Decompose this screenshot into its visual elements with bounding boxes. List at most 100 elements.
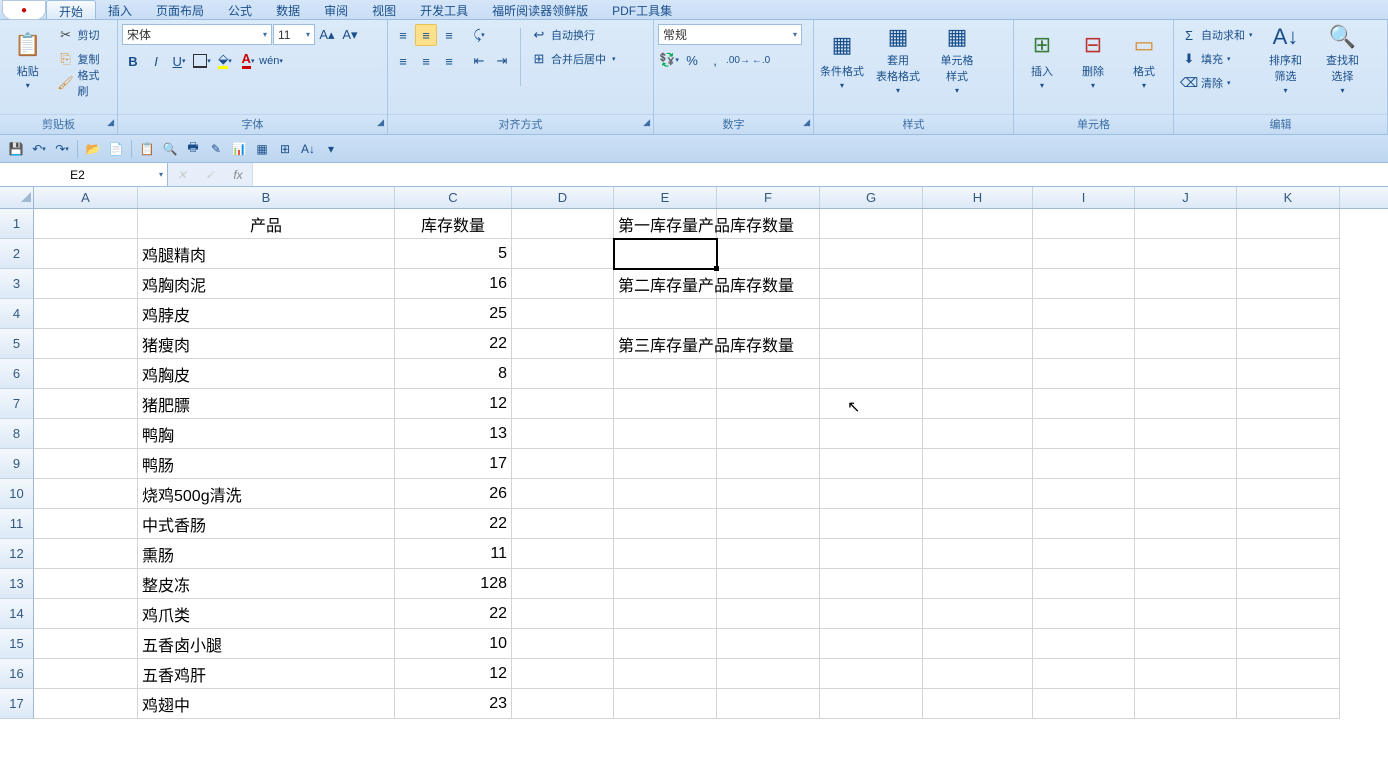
cell-D12[interactable] bbox=[512, 539, 614, 569]
cell-K1[interactable] bbox=[1237, 209, 1340, 239]
cell-J12[interactable] bbox=[1135, 539, 1237, 569]
cell-K16[interactable] bbox=[1237, 659, 1340, 689]
cell-J8[interactable] bbox=[1135, 419, 1237, 449]
cell-H12[interactable] bbox=[923, 539, 1033, 569]
cell-C12[interactable]: 11 bbox=[395, 539, 512, 569]
cell-A16[interactable] bbox=[34, 659, 138, 689]
cell-J5[interactable] bbox=[1135, 329, 1237, 359]
col-header-I[interactable]: I bbox=[1033, 187, 1135, 208]
chevron-down-icon[interactable]: ▾ bbox=[155, 170, 167, 179]
cell-B5[interactable]: 猪瘦肉 bbox=[138, 329, 395, 359]
cell-G6[interactable] bbox=[820, 359, 923, 389]
cell-F12[interactable] bbox=[717, 539, 820, 569]
launcher-icon[interactable]: ◢ bbox=[107, 117, 114, 128]
font-color-button[interactable]: A▾ bbox=[237, 50, 259, 72]
cell-C9[interactable]: 17 bbox=[395, 449, 512, 479]
cell-C6[interactable]: 8 bbox=[395, 359, 512, 389]
cell-G1[interactable] bbox=[820, 209, 923, 239]
cell-G4[interactable] bbox=[820, 299, 923, 329]
cell-C8[interactable]: 13 bbox=[395, 419, 512, 449]
qat-table-button[interactable]: ▦ bbox=[252, 139, 272, 159]
cell-D14[interactable] bbox=[512, 599, 614, 629]
cell-K2[interactable] bbox=[1237, 239, 1340, 269]
cell-H14[interactable] bbox=[923, 599, 1033, 629]
cell-C16[interactable]: 12 bbox=[395, 659, 512, 689]
cell-H10[interactable] bbox=[923, 479, 1033, 509]
cell-D6[interactable] bbox=[512, 359, 614, 389]
cell-I2[interactable] bbox=[1033, 239, 1135, 269]
percent-button[interactable]: % bbox=[681, 49, 703, 71]
cut-button[interactable]: ✂剪切 bbox=[55, 24, 113, 46]
row-header-13[interactable]: 13 bbox=[0, 569, 34, 599]
cell-B16[interactable]: 五香鸡肝 bbox=[138, 659, 395, 689]
cell-B14[interactable]: 鸡爪类 bbox=[138, 599, 395, 629]
cancel-formula-button[interactable]: ✕ bbox=[168, 168, 196, 182]
tab-0[interactable]: 开始 bbox=[46, 0, 96, 19]
cell-C2[interactable]: 5 bbox=[395, 239, 512, 269]
cell-A4[interactable] bbox=[34, 299, 138, 329]
underline-button[interactable]: U▾ bbox=[168, 50, 190, 72]
cell-B13[interactable]: 整皮冻 bbox=[138, 569, 395, 599]
cell-E1[interactable]: 第一库存量产品库存数量 bbox=[614, 209, 717, 239]
row-header-12[interactable]: 12 bbox=[0, 539, 34, 569]
row-header-4[interactable]: 4 bbox=[0, 299, 34, 329]
increase-decimal-button[interactable]: .00→ bbox=[727, 49, 749, 71]
cell-G15[interactable] bbox=[820, 629, 923, 659]
cell-C1[interactable]: 库存数量 bbox=[395, 209, 512, 239]
cell-C15[interactable]: 10 bbox=[395, 629, 512, 659]
align-middle-button[interactable]: ≡ bbox=[415, 24, 437, 46]
cell-E10[interactable] bbox=[614, 479, 717, 509]
cell-D15[interactable] bbox=[512, 629, 614, 659]
qat-save-button[interactable]: 💾 bbox=[6, 139, 26, 159]
cell-E11[interactable] bbox=[614, 509, 717, 539]
cell-A14[interactable] bbox=[34, 599, 138, 629]
cell-I11[interactable] bbox=[1033, 509, 1135, 539]
tab-3[interactable]: 公式 bbox=[216, 0, 264, 19]
launcher-icon[interactable]: ◢ bbox=[643, 117, 650, 128]
cell-F1[interactable] bbox=[717, 209, 820, 239]
cell-B1[interactable]: 产品 bbox=[138, 209, 395, 239]
cell-H1[interactable] bbox=[923, 209, 1033, 239]
cell-H13[interactable] bbox=[923, 569, 1033, 599]
qat-redo-button[interactable]: ↷▾ bbox=[52, 139, 72, 159]
select-all-corner[interactable] bbox=[0, 187, 34, 208]
cell-I14[interactable] bbox=[1033, 599, 1135, 629]
qat-chart-button[interactable]: 📊 bbox=[229, 139, 249, 159]
cell-C10[interactable]: 26 bbox=[395, 479, 512, 509]
col-header-C[interactable]: C bbox=[395, 187, 512, 208]
clear-button[interactable]: ⌫清除▾ bbox=[1178, 72, 1256, 94]
cell-G16[interactable] bbox=[820, 659, 923, 689]
row-header-7[interactable]: 7 bbox=[0, 389, 34, 419]
cell-E13[interactable] bbox=[614, 569, 717, 599]
cell-K13[interactable] bbox=[1237, 569, 1340, 599]
decrease-decimal-button[interactable]: ←.0 bbox=[750, 49, 772, 71]
cell-J9[interactable] bbox=[1135, 449, 1237, 479]
decrease-indent-button[interactable]: ⇤ bbox=[468, 50, 490, 72]
qat-new-button[interactable]: 📄 bbox=[106, 139, 126, 159]
cell-G11[interactable] bbox=[820, 509, 923, 539]
cell-D3[interactable] bbox=[512, 269, 614, 299]
cell-G17[interactable] bbox=[820, 689, 923, 719]
cell-D1[interactable] bbox=[512, 209, 614, 239]
cell-H6[interactable] bbox=[923, 359, 1033, 389]
cell-I6[interactable] bbox=[1033, 359, 1135, 389]
enter-formula-button[interactable]: ✓ bbox=[196, 168, 224, 182]
cell-D9[interactable] bbox=[512, 449, 614, 479]
cell-K15[interactable] bbox=[1237, 629, 1340, 659]
cell-H2[interactable] bbox=[923, 239, 1033, 269]
row-header-8[interactable]: 8 bbox=[0, 419, 34, 449]
cell-H17[interactable] bbox=[923, 689, 1033, 719]
align-left-button[interactable]: ≡ bbox=[392, 50, 414, 72]
cell-D13[interactable] bbox=[512, 569, 614, 599]
col-header-G[interactable]: G bbox=[820, 187, 923, 208]
cell-A10[interactable] bbox=[34, 479, 138, 509]
cell-I3[interactable] bbox=[1033, 269, 1135, 299]
qat-undo-button[interactable]: ↶▾ bbox=[29, 139, 49, 159]
cell-H11[interactable] bbox=[923, 509, 1033, 539]
cell-A1[interactable] bbox=[34, 209, 138, 239]
cell-B2[interactable]: 鸡腿精肉 bbox=[138, 239, 395, 269]
cell-G3[interactable] bbox=[820, 269, 923, 299]
border-button[interactable]: ▾ bbox=[191, 50, 213, 72]
row-header-16[interactable]: 16 bbox=[0, 659, 34, 689]
cell-D16[interactable] bbox=[512, 659, 614, 689]
